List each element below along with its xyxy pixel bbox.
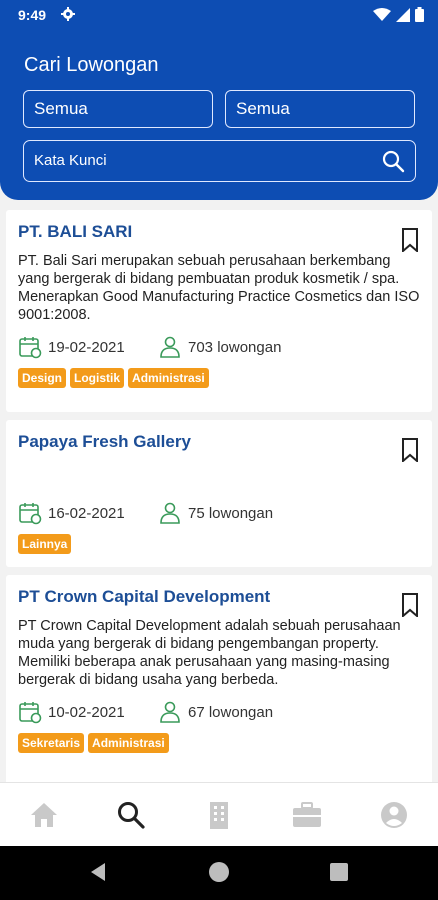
back-icon[interactable] [89, 862, 107, 882]
vacancy-count: 703 lowongan [188, 338, 282, 356]
job-list: PT. BALI SARI PT. Bali Sari merupakan se… [0, 202, 438, 782]
building-icon [209, 801, 228, 829]
nav-home[interactable] [24, 795, 64, 835]
nav-companies[interactable] [199, 795, 239, 835]
recents-button[interactable] [330, 863, 348, 881]
calendar-icon [19, 503, 42, 525]
bookmark-icon[interactable] [402, 228, 418, 252]
search-placeholder: Kata Kunci [34, 152, 107, 169]
company-description: PT Crown Capital Development adalah sebu… [18, 618, 401, 688]
status-time: 9:49 [18, 7, 47, 23]
person-icon [160, 502, 180, 524]
status-indicators [373, 7, 424, 22]
post-date: 19-02-2021 [48, 338, 125, 356]
gear-icon [61, 7, 75, 21]
search-input[interactable]: Kata Kunci [23, 140, 416, 182]
company-name[interactable]: Papaya Fresh Gallery [18, 432, 420, 454]
status-bar: 9:49 [0, 0, 438, 30]
signal-icon [396, 7, 410, 22]
post-date: 16-02-2021 [48, 504, 125, 522]
filter-select-2[interactable]: Semua [225, 90, 415, 128]
vacancy-count: 75 lowongan [188, 504, 274, 522]
home-button[interactable] [209, 862, 229, 882]
category-tag[interactable]: Administrasi [128, 368, 209, 388]
person-icon [160, 336, 180, 358]
briefcase-icon [292, 801, 321, 827]
company-description: PT. Bali Sari merupakan sebuah perusahaa… [18, 253, 420, 323]
nav-jobs[interactable] [287, 795, 327, 835]
company-description [18, 462, 420, 490]
filter-select-1[interactable]: Semua [23, 90, 213, 128]
category-tag[interactable]: Logistik [70, 368, 125, 388]
nav-profile[interactable] [374, 795, 414, 835]
category-tags: Design Logistik Administrasi [18, 368, 420, 388]
page-title: Cari Lowongan [24, 54, 159, 76]
home-icon [30, 802, 57, 827]
job-card[interactable]: PT Crown Capital Development PT Crown Ca… [6, 575, 432, 782]
person-icon [160, 701, 180, 723]
category-tag[interactable]: Design [18, 368, 67, 388]
company-name[interactable]: PT. BALI SARI [18, 222, 420, 244]
job-meta: 19-02-2021 703 lowongan [18, 334, 420, 360]
job-card[interactable]: PT. BALI SARI PT. Bali Sari merupakan se… [6, 210, 432, 412]
system-nav-bar [0, 846, 438, 900]
category-tag[interactable]: Lainnya [18, 534, 72, 554]
job-meta: 16-02-2021 75 lowongan [18, 500, 420, 526]
company-name[interactable]: PT Crown Capital Development [18, 587, 420, 609]
search-icon[interactable] [381, 149, 405, 173]
job-meta: 10-02-2021 67 lowongan [18, 699, 420, 725]
calendar-icon [19, 337, 42, 359]
bookmark-icon[interactable] [402, 593, 418, 617]
category-tag[interactable]: Sekretaris [18, 733, 85, 753]
category-tags: Sekretaris Administrasi [18, 733, 420, 753]
bookmark-icon[interactable] [402, 438, 418, 462]
bottom-nav [0, 782, 438, 846]
category-tag[interactable]: Administrasi [88, 733, 169, 753]
battery-icon [415, 7, 424, 22]
search-header: 9:49 Cari Lowongan Semua Semua Kata Kunc… [0, 0, 438, 200]
calendar-icon [19, 702, 42, 724]
post-date: 10-02-2021 [48, 703, 125, 721]
vacancy-count: 67 lowongan [188, 703, 274, 721]
category-tags: Lainnya [18, 534, 420, 554]
job-card[interactable]: Papaya Fresh Gallery 16-02-2021 75 lowon… [6, 420, 432, 567]
nav-search[interactable] [111, 795, 151, 835]
search-icon [118, 801, 145, 829]
wifi-icon [373, 7, 391, 21]
profile-icon [381, 801, 408, 828]
